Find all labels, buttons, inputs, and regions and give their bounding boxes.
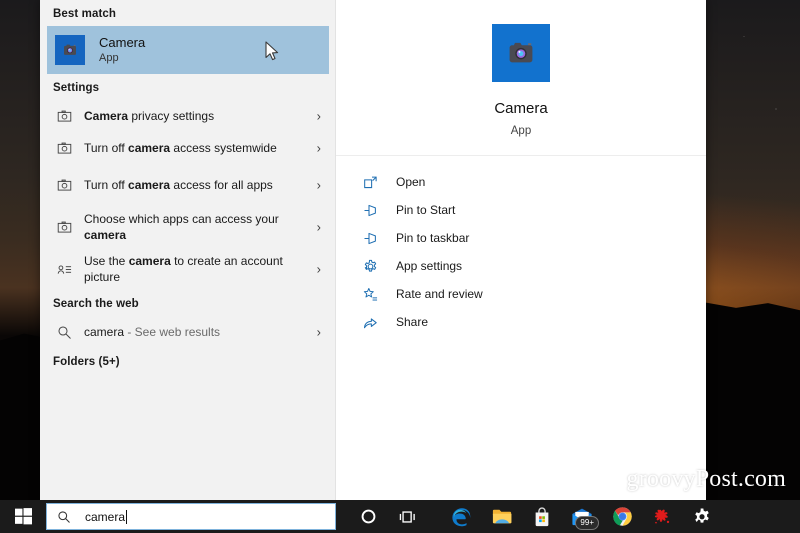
app-action-label: Share <box>396 315 429 329</box>
settings-gear-icon[interactable] <box>682 500 722 533</box>
share-icon <box>360 313 380 331</box>
chrome-icon[interactable] <box>602 500 642 533</box>
section-header-folders: Folders (5+) <box>53 356 120 368</box>
settings-result-label: Use the camera to create an account pict… <box>84 254 283 284</box>
app-action-label: Open <box>396 175 426 189</box>
app-action-label: Pin to taskbar <box>396 231 470 245</box>
settings-result-row[interactable]: Turn off camera access for all apps › <box>40 164 335 206</box>
app-action-label: App settings <box>396 259 463 273</box>
app-action-app-settings[interactable]: App settings <box>336 252 706 280</box>
search-icon <box>57 510 75 524</box>
app-action-label: Pin to Start <box>396 203 456 217</box>
search-icon <box>53 322 75 342</box>
chevron-right-icon[interactable]: › <box>317 110 321 123</box>
settings-result-row[interactable]: Choose which apps can access your camera… <box>40 206 335 248</box>
rate-star-icon <box>360 285 380 303</box>
search-input-value: camera <box>85 509 126 524</box>
settings-result-label: Camera privacy settings <box>84 109 215 123</box>
mail-unread-badge: 99+ <box>575 516 599 530</box>
web-results-group: camera - See web results › <box>40 316 335 348</box>
red-splat-icon[interactable] <box>642 500 682 533</box>
chevron-right-icon[interactable]: › <box>317 221 321 234</box>
app-action-rate-and-review[interactable]: Rate and review <box>336 280 706 308</box>
chevron-right-icon[interactable]: › <box>317 326 321 339</box>
open-external-icon <box>360 173 380 191</box>
chevron-right-icon[interactable]: › <box>317 142 321 155</box>
contact-card-icon <box>53 259 75 279</box>
site-watermark: groovyPost.com <box>626 466 786 492</box>
taskbar-search-input[interactable]: camera <box>46 503 336 530</box>
app-action-pin-to-taskbar[interactable]: Pin to taskbar <box>336 224 706 252</box>
app-action-label: Rate and review <box>396 287 483 301</box>
app-preview-header: Camera App <box>336 0 706 156</box>
camera-outline-icon <box>53 217 75 237</box>
preview-app-name: Camera <box>494 100 548 117</box>
camera-app-icon <box>55 35 85 65</box>
best-match-title: Camera <box>99 34 146 50</box>
best-match-subtitle: App <box>99 52 119 65</box>
web-result-row[interactable]: camera - See web results › <box>40 316 335 348</box>
microsoft-store-icon[interactable] <box>522 500 562 533</box>
best-match-text: Camera App <box>99 35 145 66</box>
start-windows-icon[interactable] <box>0 500 46 533</box>
app-action-open[interactable]: Open <box>336 168 706 196</box>
pin-to-taskbar-icon <box>360 229 380 247</box>
text-caret <box>126 509 128 524</box>
edge-icon[interactable] <box>442 500 482 533</box>
settings-result-label: Choose which apps can access your camera <box>84 212 279 242</box>
section-header-settings: Settings <box>53 82 100 94</box>
camera-app-icon <box>492 24 550 82</box>
app-action-pin-to-start[interactable]: Pin to Start <box>336 196 706 224</box>
search-results-flyout: Best match Camera App Settings Camera pr… <box>40 0 706 500</box>
camera-outline-icon <box>53 175 75 195</box>
settings-result-row[interactable]: Use the camera to create an account pict… <box>40 248 335 290</box>
result-best-match-camera[interactable]: Camera App <box>47 26 329 74</box>
cortana-circle-icon[interactable] <box>348 500 388 533</box>
chevron-right-icon[interactable]: › <box>317 263 321 276</box>
gear-icon <box>360 257 380 275</box>
settings-result-row[interactable]: Turn off camera access systemwide › <box>40 132 335 164</box>
preview-app-kind: App <box>510 125 532 137</box>
camera-outline-icon <box>53 138 75 158</box>
chevron-right-icon[interactable]: › <box>317 179 321 192</box>
app-action-share[interactable]: Share <box>336 308 706 336</box>
search-results-list: Best match Camera App Settings Camera pr… <box>40 0 336 500</box>
pin-to-start-icon <box>360 201 380 219</box>
mouse-cursor <box>265 41 279 61</box>
settings-results-group: Camera privacy settings › Turn off camera … <box>40 100 335 290</box>
settings-result-row[interactable]: Camera privacy settings › <box>40 100 335 132</box>
app-preview-pane: Camera App Open Pin to Start Pin to taskba… <box>336 0 706 500</box>
web-result-label: camera - See web results <box>84 325 221 339</box>
section-header-search-the-web: Search the web <box>53 298 139 310</box>
mail-icon[interactable]: 99+ <box>562 500 602 533</box>
taskbar: camera 99+ <box>0 500 800 533</box>
task-view-icon[interactable] <box>388 500 428 533</box>
app-actions-list: Open Pin to Start Pin to taskbar App settin… <box>336 156 706 336</box>
file-explorer-icon[interactable] <box>482 500 522 533</box>
settings-result-label: Turn off camera access for all apps <box>84 178 273 192</box>
section-header-best-match: Best match <box>53 8 116 20</box>
camera-outline-icon <box>53 106 75 126</box>
settings-result-label: Turn off camera access systemwide <box>84 141 277 155</box>
